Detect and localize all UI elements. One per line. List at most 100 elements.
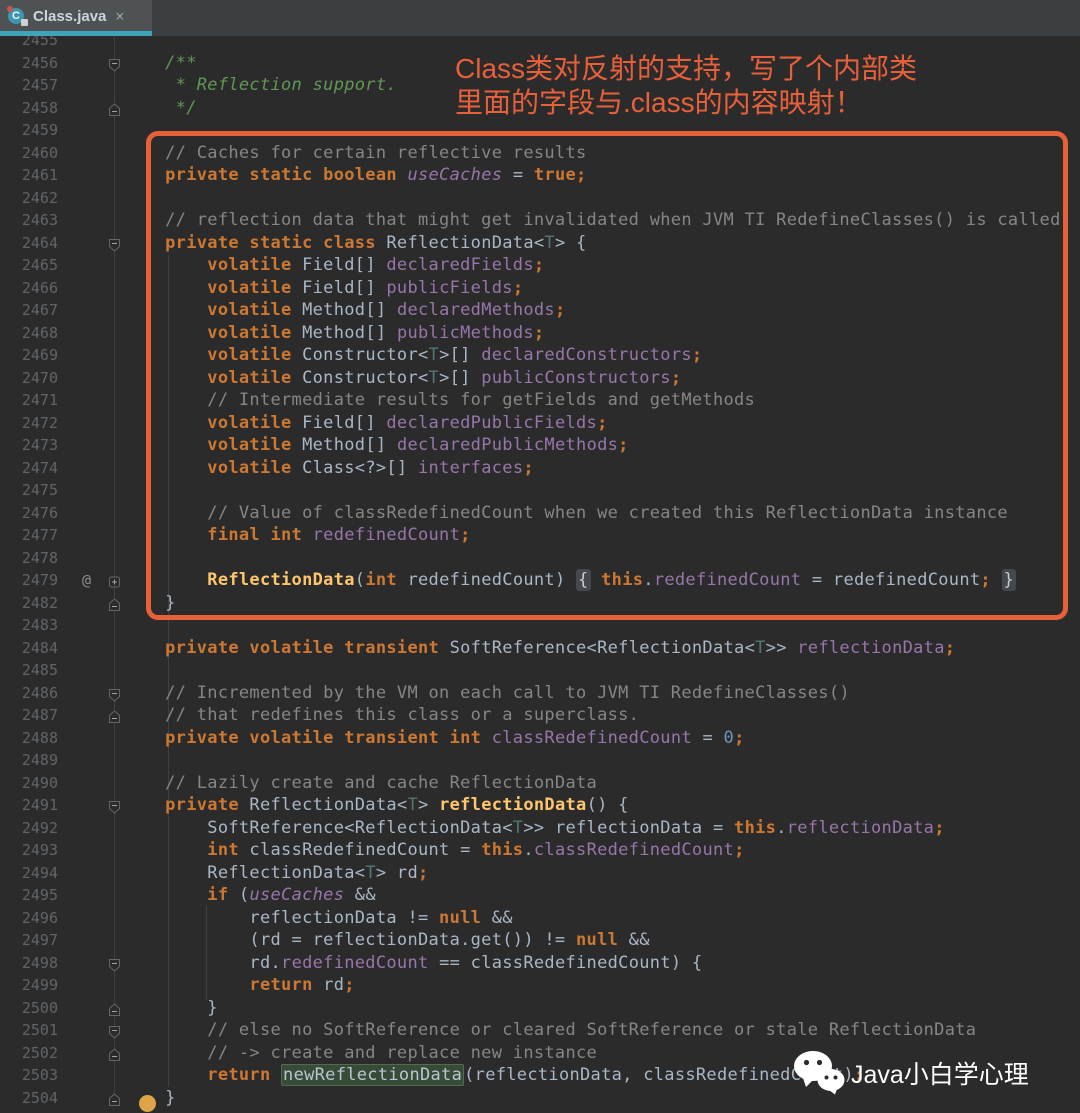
code-text[interactable]: private volatile transient int classRede… xyxy=(123,727,745,750)
fold-start-icon[interactable] xyxy=(108,798,121,814)
code-text[interactable]: // reflection data that might get invali… xyxy=(123,209,1061,232)
fold-end-icon[interactable] xyxy=(108,1001,121,1016)
fold-end-icon[interactable] xyxy=(108,596,121,611)
code-text[interactable]: private static boolean useCaches = true; xyxy=(123,164,587,187)
code-text[interactable]: // Value of classRedefinedCount when we … xyxy=(123,502,1008,525)
java-class-icon: C xyxy=(7,6,28,26)
code-text[interactable]: return rd; xyxy=(123,974,355,997)
code-text[interactable]: // Intermediate results for getFields an… xyxy=(123,389,755,412)
code-text[interactable]: volatile Field[] declaredFields; xyxy=(123,254,544,277)
code-text[interactable]: // -> create and replace new instance xyxy=(123,1042,597,1065)
line-number: 2504 xyxy=(21,1088,58,1107)
code-text[interactable]: */ xyxy=(123,97,197,120)
fold-collapsed-icon[interactable] xyxy=(108,573,121,588)
line-number: 2462 xyxy=(21,188,58,207)
fold-end-icon[interactable] xyxy=(108,101,121,116)
code-text[interactable]: } xyxy=(123,592,176,615)
code-token: Constructor< xyxy=(302,345,429,365)
code-token: volatile xyxy=(207,322,303,343)
code-line: 2483 xyxy=(0,614,1080,637)
code-token: ; xyxy=(554,300,566,320)
code-text[interactable]: SoftReference<ReflectionData<T>> reflect… xyxy=(123,817,945,840)
line-number: 2461 xyxy=(21,166,58,184)
code-token: reflectionData != xyxy=(123,907,440,928)
fold-start-icon[interactable] xyxy=(108,686,121,702)
fold-start-icon[interactable] xyxy=(108,956,121,972)
code-token: private xyxy=(165,795,250,815)
line-number: 2474 xyxy=(21,458,58,477)
fold-end-icon[interactable] xyxy=(108,1091,121,1106)
code-text[interactable]: volatile Field[] declaredPublicFields; xyxy=(123,412,608,435)
code-token: Method[] xyxy=(302,435,397,455)
code-line: 2498 rd.redefinedCount == classRedefined… xyxy=(0,952,1080,975)
code-text[interactable]: private static class ReflectionData<T> { xyxy=(123,232,587,255)
code-text[interactable]: // Incremented by the VM on each call to… xyxy=(123,682,850,705)
code-text[interactable]: private ReflectionData<T> reflectionData… xyxy=(123,794,629,817)
line-number: 2499 xyxy=(21,976,58,994)
code-token: true xyxy=(533,165,577,185)
code-token: ; xyxy=(344,975,355,995)
code-editor[interactable]: 2455 2456 /** 2457 * Reflection support. 24… xyxy=(0,0,1080,1108)
code-token: rd. xyxy=(123,952,282,973)
fold-start-icon[interactable] xyxy=(108,56,121,72)
code-token: ; xyxy=(618,435,629,455)
close-tab-icon[interactable]: × xyxy=(115,7,124,25)
fold-end-icon[interactable] xyxy=(108,1046,121,1061)
code-text[interactable]: volatile Method[] publicMethods; xyxy=(123,322,544,345)
code-line: 2461 private static boolean useCaches = … xyxy=(0,164,1080,187)
code-line: 2468 volatile Method[] publicMethods; xyxy=(0,322,1080,345)
code-line: 2500 } xyxy=(0,997,1080,1020)
code-text[interactable]: ReflectionData(int redefinedCount) { thi… xyxy=(123,569,1017,592)
code-text[interactable]: volatile Field[] publicFields; xyxy=(123,277,523,300)
tab-class-java[interactable]: C Class.java × xyxy=(0,0,152,36)
code-text[interactable]: int classRedefinedCount = this.classRede… xyxy=(123,839,745,862)
line-number: 2473 xyxy=(21,436,58,454)
code-text[interactable]: // that redefines this class or a superc… xyxy=(123,704,639,727)
code-text[interactable]: if (useCaches && xyxy=(123,884,376,907)
code-line: 2478 xyxy=(0,547,1080,570)
code-text[interactable]: * Reflection support. xyxy=(123,74,397,97)
line-number: 2472 xyxy=(21,413,58,432)
code-token: return xyxy=(207,1065,282,1085)
fold-start-icon[interactable] xyxy=(108,236,121,252)
code-line: 2491 private ReflectionData<T> reflectio… xyxy=(0,794,1080,817)
code-token: if xyxy=(207,885,229,905)
code-token: (reflectionData, classRedefinedCount) xyxy=(464,1065,854,1085)
line-number: 2477 xyxy=(21,526,58,544)
code-text[interactable]: return newReflectionData (reflectionData,… xyxy=(123,1064,864,1087)
code-text[interactable]: volatile Constructor<T>[] publicConstruc… xyxy=(123,367,681,390)
line-number: 2471 xyxy=(21,391,58,409)
code-text[interactable]: } xyxy=(123,997,218,1020)
code-token: // -> create and replace new instance xyxy=(123,1042,598,1063)
code-text[interactable]: private volatile transient SoftReference… xyxy=(123,637,955,660)
code-text[interactable]: final int redefinedCount; xyxy=(123,524,471,547)
code-text[interactable]: volatile Class<?>[] interfaces; xyxy=(123,457,534,480)
line-number: 2485 xyxy=(21,661,58,679)
code-token: volatile xyxy=(207,367,303,388)
code-token: && xyxy=(344,885,376,905)
code-text[interactable]: // Caches for certain reflective results xyxy=(123,142,587,165)
code-token: ReflectionData xyxy=(207,570,355,590)
code-text[interactable]: // else no SoftReference or cleared Soft… xyxy=(123,1019,976,1042)
code-text[interactable]: (rd = reflectionData.get()) != null && xyxy=(123,929,650,952)
code-line: 2501 // else no SoftReference or cleared… xyxy=(0,1019,1080,1042)
code-text[interactable]: // Lazily create and cache ReflectionDat… xyxy=(123,772,597,795)
code-line: 2471 // Intermediate results for getFiel… xyxy=(0,389,1080,412)
code-text[interactable]: ReflectionData<T> rd; xyxy=(123,862,429,885)
line-number: 2493 xyxy=(21,841,58,859)
code-line: 2489 xyxy=(0,749,1080,772)
code-text[interactable]: /** xyxy=(123,52,197,75)
code-text[interactable]: rd.redefinedCount == classRedefinedCount… xyxy=(123,952,702,975)
code-text[interactable]: volatile Constructor<T>[] declaredConstr… xyxy=(123,344,702,367)
fold-end-icon[interactable] xyxy=(108,708,121,723)
code-text[interactable]: volatile Method[] declaredPublicMethods; xyxy=(123,434,629,457)
code-text[interactable]: volatile Method[] declaredMethods; xyxy=(123,299,566,322)
code-text[interactable]: reflectionData != null && xyxy=(123,907,513,930)
code-line: 2503 return newReflectionData (reflection… xyxy=(0,1064,1080,1087)
fold-start-icon[interactable] xyxy=(108,1023,121,1039)
line-number: 2488 xyxy=(21,728,58,747)
line-number: 2482 xyxy=(21,593,58,612)
